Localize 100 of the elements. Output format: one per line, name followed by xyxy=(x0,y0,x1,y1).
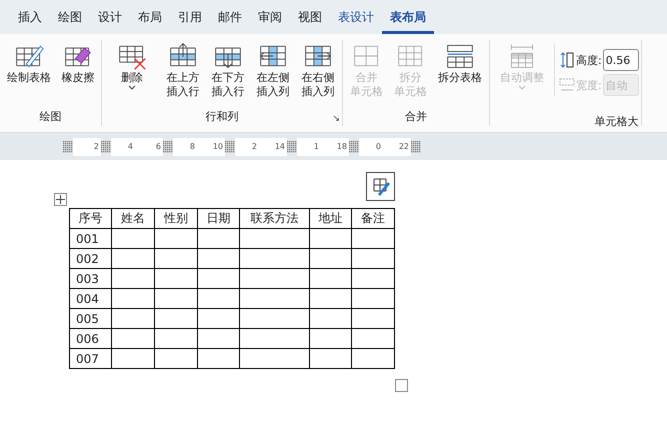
table-cell xyxy=(198,228,240,248)
row-height-icon xyxy=(559,51,575,69)
ribbon-tab[interactable]: 引用 xyxy=(170,0,210,34)
ruler-number: 2 xyxy=(73,138,101,156)
table-cell: 005 xyxy=(70,308,112,328)
table-cell: 序号 xyxy=(70,208,112,228)
group-title: 单元格大 xyxy=(594,114,639,130)
table-cell: 004 xyxy=(70,288,112,308)
ribbon-button[interactable]: 橡皮擦 xyxy=(57,40,99,86)
ruler-number: 0 xyxy=(359,138,383,156)
group-title: 绘图 xyxy=(40,109,62,125)
table-cell xyxy=(310,288,352,308)
table-cell xyxy=(352,228,394,248)
ribbon-tab[interactable]: 视图 xyxy=(290,0,330,34)
ruler-number: 14 xyxy=(259,138,287,156)
table-cell: 007 xyxy=(70,348,112,368)
table-cell xyxy=(198,288,240,308)
table-cell xyxy=(352,268,394,288)
ribbon-button[interactable]: 拆分表格 xyxy=(433,40,487,86)
quick-layout-icon[interactable] xyxy=(366,172,395,201)
ribbon-button[interactable]: 在下方 插入行 xyxy=(206,40,250,100)
table-cell xyxy=(240,268,310,288)
field-label: 高度: xyxy=(576,52,602,68)
ribbon-tab[interactable]: 插入 xyxy=(10,0,50,34)
table-cell xyxy=(240,248,310,268)
table-cell xyxy=(198,308,240,328)
table-cell xyxy=(198,268,240,288)
table-cell xyxy=(154,348,198,368)
table-cell: 001 xyxy=(70,228,112,248)
ruler-number: 1 xyxy=(297,138,321,156)
move-handle-icon xyxy=(54,193,67,206)
table-cell: 日期 xyxy=(198,208,240,228)
resize-handle-icon[interactable] xyxy=(395,379,409,393)
ruler-marker-icon xyxy=(411,140,421,152)
table-cell: 003 xyxy=(70,268,112,288)
ribbon-button[interactable]: 在右侧 插入列 xyxy=(296,40,340,100)
ribbon-tab[interactable]: 绘图 xyxy=(50,0,90,34)
ruler-marker-icon xyxy=(163,140,173,152)
ribbon-tab[interactable]: 审阅 xyxy=(250,0,290,34)
table-cell xyxy=(310,248,352,268)
table-cell xyxy=(112,308,154,328)
table-cell xyxy=(240,288,310,308)
table-cell: 联系方法 xyxy=(240,208,310,228)
table-cell xyxy=(240,328,310,348)
table-cell xyxy=(198,248,240,268)
table-cell xyxy=(112,268,154,288)
table-cell xyxy=(112,248,154,268)
ribbon-tab[interactable]: 表设计 xyxy=(330,0,382,34)
ruler-number: 6 xyxy=(135,138,163,156)
ribbon-button[interactable]: 在上方 插入行 xyxy=(161,40,205,100)
table-cell xyxy=(154,268,198,288)
table-cell xyxy=(154,328,198,348)
table-cell xyxy=(240,308,310,328)
table-cell: 006 xyxy=(70,328,112,348)
table-cell xyxy=(352,308,394,328)
table-cell xyxy=(154,228,198,248)
ribbon-tab[interactable]: 邮件 xyxy=(210,0,250,34)
ribbon-button[interactable]: 删除 xyxy=(104,40,160,92)
ruler-marker-icon xyxy=(101,140,111,152)
table-cell xyxy=(310,328,352,348)
table-cell xyxy=(310,228,352,248)
ruler-marker-icon xyxy=(349,140,359,152)
field-label: 宽度: xyxy=(576,78,602,92)
table-cell: 性别 xyxy=(154,208,198,228)
table-cell xyxy=(240,228,310,248)
ruler-number: 10 xyxy=(197,138,225,156)
table-cell xyxy=(112,348,154,368)
ruler-number: 4 xyxy=(111,138,135,156)
table-cell: 备注 xyxy=(352,208,394,228)
ribbon-button[interactable]: 绘制表格 xyxy=(2,40,56,86)
table-cell xyxy=(352,248,394,268)
ruler-marker-icon xyxy=(287,140,297,152)
table-cell xyxy=(352,328,394,348)
table-cell xyxy=(154,288,198,308)
ruler-number: 18 xyxy=(321,138,349,156)
table-cell xyxy=(310,268,352,288)
ruler-number: 2 xyxy=(235,138,259,156)
table-cell: 002 xyxy=(70,248,112,268)
table-cell xyxy=(112,228,154,248)
table-cell xyxy=(112,288,154,308)
table-cell: 地址 xyxy=(310,208,352,228)
table-cell xyxy=(198,348,240,368)
ruler-marker-icon xyxy=(63,140,73,152)
ribbon-button[interactable]: 在左侧 插入列 xyxy=(251,40,295,100)
table-cell xyxy=(240,348,310,368)
group-title: 合并 xyxy=(405,109,427,125)
table-cell xyxy=(112,328,154,348)
ruler-number: 22 xyxy=(383,138,411,156)
group-title: 行和列 xyxy=(206,109,238,125)
table-cell xyxy=(310,348,352,368)
ruler-marker-icon xyxy=(225,140,235,152)
table-cell xyxy=(154,248,198,268)
table-cell: 姓名 xyxy=(112,208,154,228)
table-cell xyxy=(352,348,394,368)
ribbon-tab[interactable]: 设计 xyxy=(90,0,130,34)
table-cell xyxy=(352,288,394,308)
ribbon-tab[interactable]: 布局 xyxy=(130,0,170,34)
size-field[interactable]: 0.56 xyxy=(602,49,639,71)
table-cell xyxy=(310,308,352,328)
dialog-launcher[interactable]: ↘ xyxy=(332,114,340,124)
